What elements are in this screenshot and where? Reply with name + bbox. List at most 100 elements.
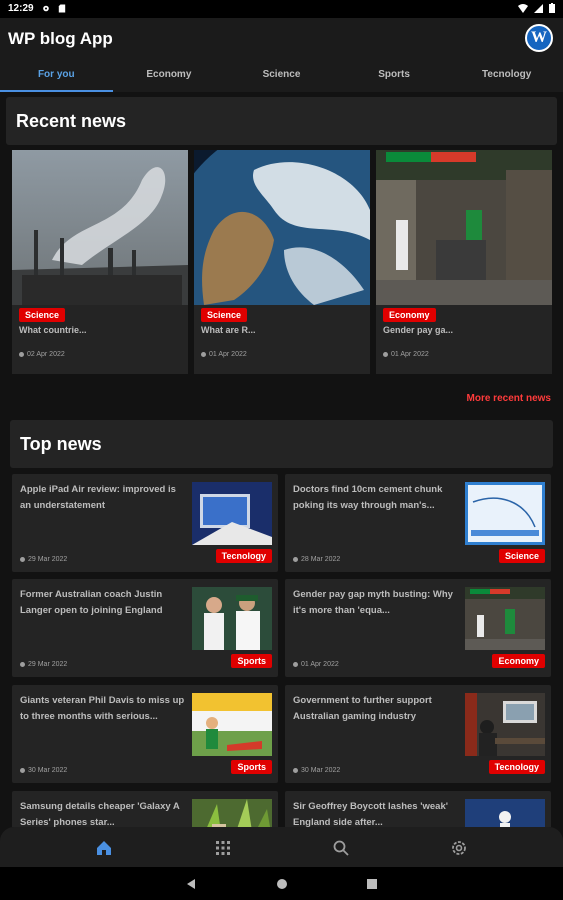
top-news-title-text: Doctors find 10cm cement chunk poking it… xyxy=(293,484,443,511)
cricket-field-thumbnail xyxy=(465,799,545,827)
top-news-card[interactable]: Sir Geoffrey Boycott lashes 'weak' Engla… xyxy=(285,791,551,827)
grid-icon[interactable] xyxy=(214,839,232,857)
gamer-desk-thumbnail xyxy=(465,693,545,756)
clock-icon xyxy=(383,352,388,357)
system-navigation-bar xyxy=(0,867,563,900)
top-news-title-text: Sir Geoffrey Boycott lashes 'weak' Engla… xyxy=(293,801,448,827)
date-text: 01 Apr 2022 xyxy=(301,661,339,668)
logo-letter: W xyxy=(531,29,547,46)
date-text: 30 Mar 2022 xyxy=(28,767,68,774)
tab-for-you[interactable]: For you xyxy=(0,60,113,92)
xray-chart-thumbnail xyxy=(465,482,545,545)
category-tabs: For you Economy Science Sports Tecnology xyxy=(0,60,563,92)
date-text: 02 Apr 2022 xyxy=(27,351,65,358)
factory-smoke-image xyxy=(12,150,188,305)
category-badge: Economy xyxy=(492,654,545,668)
news-date: 30 Mar 2022 xyxy=(20,767,67,774)
top-news-card[interactable]: Apple iPad Air review: improved is an un… xyxy=(12,474,278,572)
recent-news-title: Recent news xyxy=(16,111,127,131)
recents-icon[interactable] xyxy=(366,878,378,890)
date-text: 29 Mar 2022 xyxy=(28,661,68,668)
recent-news-title-text: Gender pay ga... xyxy=(383,325,454,335)
top-news-title-text: Giants veteran Phil Davis to miss up to … xyxy=(20,695,185,722)
clock-icon xyxy=(20,768,25,773)
category-badge: Sports xyxy=(231,760,272,774)
clock-icon xyxy=(293,768,298,773)
bottom-navigation xyxy=(0,827,563,867)
home-button-icon[interactable] xyxy=(276,878,288,890)
clock-icon xyxy=(20,662,25,667)
date-text: 28 Mar 2022 xyxy=(301,556,341,563)
sd-card-icon xyxy=(58,4,66,13)
news-date: 01 Apr 2022 xyxy=(293,661,339,668)
top-news-card[interactable]: Giants veteran Phil Davis to miss up to … xyxy=(12,685,278,783)
tab-sports[interactable]: Sports xyxy=(338,60,451,92)
tab-tecnology[interactable]: Tecnology xyxy=(450,60,563,92)
date-text: 29 Mar 2022 xyxy=(28,556,68,563)
news-date: 01 Apr 2022 xyxy=(383,351,429,358)
main-content[interactable]: Recent news Science What countrie... 02 … xyxy=(0,92,563,827)
supermarket-image xyxy=(376,150,552,305)
top-news-title-text: Samsung details cheaper 'Galaxy A Series… xyxy=(20,801,180,827)
battery-icon xyxy=(549,3,555,13)
news-date: 02 Apr 2022 xyxy=(19,351,65,358)
date-text: 01 Apr 2022 xyxy=(209,351,247,358)
ipad-thumbnail xyxy=(192,482,272,545)
clock-icon xyxy=(20,557,25,562)
recent-news-header: Recent news xyxy=(6,97,557,145)
news-date: 29 Mar 2022 xyxy=(20,661,67,668)
news-date: 30 Mar 2022 xyxy=(293,767,340,774)
category-badge: Tecnology xyxy=(215,549,272,563)
app-title: WP blog App xyxy=(8,29,113,48)
home-icon[interactable] xyxy=(95,839,113,857)
tab-science[interactable]: Science xyxy=(225,60,338,92)
status-time: 12:29 xyxy=(8,3,34,14)
top-news-card[interactable]: Gender pay gap myth busting: Why it's mo… xyxy=(285,579,551,677)
date-text: 30 Mar 2022 xyxy=(301,767,341,774)
news-date: 01 Apr 2022 xyxy=(201,351,247,358)
category-badge: Science xyxy=(201,308,248,322)
status-bar: 12:29 xyxy=(0,0,563,18)
clock-icon xyxy=(293,662,298,667)
tab-economy[interactable]: Economy xyxy=(113,60,226,92)
wifi-icon xyxy=(518,3,528,13)
supermarket-thumbnail xyxy=(465,587,545,650)
recent-news-title-text: What are R... xyxy=(201,325,256,335)
settings-icon[interactable] xyxy=(450,839,468,857)
recent-news-card[interactable]: Science What are R... 01 Apr 2022 xyxy=(194,150,370,374)
earth-from-space-image xyxy=(194,150,370,305)
top-news-title-text: Former Australian coach Justin Langer op… xyxy=(20,589,163,616)
search-icon[interactable] xyxy=(332,839,350,857)
top-news-card[interactable]: Doctors find 10cm cement chunk poking it… xyxy=(285,474,551,572)
category-badge: Sports xyxy=(231,654,272,668)
cricket-team-thumbnail xyxy=(192,587,272,650)
back-icon[interactable] xyxy=(185,878,197,890)
category-badge: Tecnology xyxy=(488,760,545,774)
app-bar: WP blog App W xyxy=(0,18,563,60)
top-news-card[interactable]: Former Australian coach Justin Langer op… xyxy=(12,579,278,677)
news-date: 28 Mar 2022 xyxy=(293,556,340,563)
recent-news-title-text: What countrie... xyxy=(19,325,87,335)
top-news-card[interactable]: Government to further support Australian… xyxy=(285,685,551,783)
recent-news-card[interactable]: Economy Gender pay ga... 01 Apr 2022 xyxy=(376,150,552,374)
top-news-title: Top news xyxy=(20,434,102,454)
top-news-title-text: Apple iPad Air review: improved is an un… xyxy=(20,484,176,511)
clock-icon xyxy=(293,557,298,562)
recent-news-card[interactable]: Science What countrie... 02 Apr 2022 xyxy=(12,150,188,374)
settings-status-icon xyxy=(43,5,49,12)
more-recent-news-link[interactable]: More recent news xyxy=(467,393,551,404)
plants-thumbnail xyxy=(192,799,272,827)
top-news-title-text: Government to further support Australian… xyxy=(293,695,432,722)
football-thumbnail xyxy=(192,693,272,756)
clock-icon xyxy=(201,352,206,357)
wordpress-logo-icon[interactable]: W xyxy=(525,24,553,52)
signal-icon xyxy=(534,3,543,13)
news-date: 29 Mar 2022 xyxy=(20,556,67,563)
top-news-header: Top news xyxy=(10,420,553,468)
top-news-card[interactable]: Samsung details cheaper 'Galaxy A Series… xyxy=(12,791,278,827)
top-news-title-text: Gender pay gap myth busting: Why it's mo… xyxy=(293,589,453,616)
date-text: 01 Apr 2022 xyxy=(391,351,429,358)
category-badge: Economy xyxy=(383,308,436,322)
category-badge: Science xyxy=(19,308,66,322)
clock-icon xyxy=(19,352,24,357)
